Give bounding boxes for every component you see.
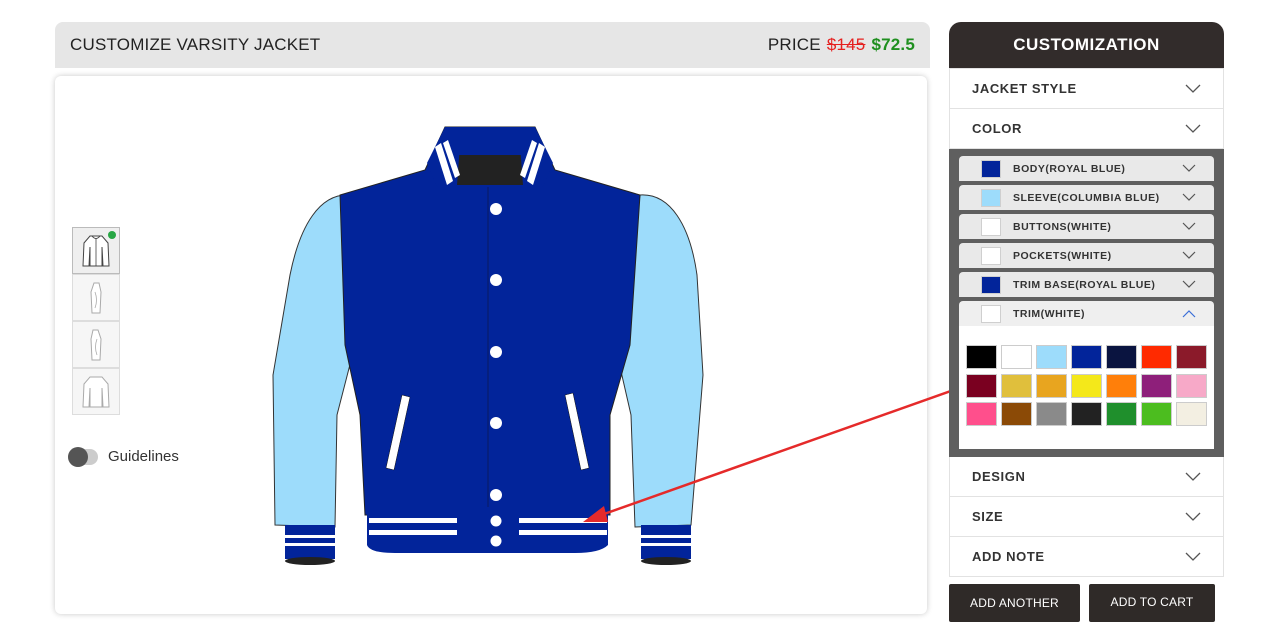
color-palette-swatch[interactable] <box>1176 345 1207 369</box>
jacket-body <box>339 126 641 516</box>
price-label: PRICE <box>767 35 821 54</box>
accordion-label: DESIGN <box>972 469 1026 484</box>
guidelines-label: Guidelines <box>108 448 179 465</box>
color-options: BODY(ROYAL BLUE) SLEEVE(COLUMBIA BLUE) B… <box>949 149 1224 457</box>
chevron-down-icon <box>1185 124 1201 133</box>
sale-price: $72.5 <box>871 35 915 54</box>
color-option-pockets[interactable]: POCKETS(WHITE) <box>959 243 1214 268</box>
left-cuff <box>285 525 335 559</box>
color-palette-swatch[interactable] <box>1106 373 1137 398</box>
color-palette-swatch[interactable] <box>1036 345 1067 369</box>
accordion-label: COLOR <box>972 121 1022 136</box>
color-option-trim-base[interactable]: TRIM BASE(ROYAL BLUE) <box>959 272 1214 297</box>
thumbnail-back-view[interactable] <box>72 368 120 415</box>
jacket-illustration <box>272 126 704 565</box>
color-option-trim[interactable]: TRIM(WHITE) <box>959 301 1214 326</box>
color-palette-swatch[interactable] <box>1001 402 1032 427</box>
accordion-size[interactable]: SIZE <box>949 497 1224 537</box>
color-palette <box>959 326 1214 449</box>
color-option-sleeve[interactable]: SLEEVE(COLUMBIA BLUE) <box>959 185 1214 210</box>
right-cuff <box>641 525 691 559</box>
color-swatch <box>981 304 1001 323</box>
color-palette-swatch[interactable] <box>1106 345 1137 369</box>
chevron-down-icon <box>1182 251 1196 259</box>
accordion-jacket-style[interactable]: JACKET STYLE <box>949 68 1224 109</box>
price-display: PRICE $145 $72.5 <box>768 35 915 55</box>
panel-title: CUSTOMIZATION <box>949 22 1224 68</box>
chevron-up-icon <box>1182 310 1196 318</box>
add-to-cart-button[interactable]: ADD TO CART <box>1089 584 1215 622</box>
color-palette-swatch[interactable] <box>1071 402 1102 427</box>
jacket-side-icon <box>90 282 102 313</box>
color-palette-swatch[interactable] <box>966 402 997 427</box>
color-swatch <box>981 188 1001 207</box>
accordion-label: ADD NOTE <box>972 549 1045 564</box>
accordion-label: JACKET STYLE <box>972 81 1077 96</box>
color-swatch <box>981 159 1001 178</box>
view-thumbnails <box>72 227 120 415</box>
add-another-button[interactable]: ADD ANOTHER <box>949 584 1080 622</box>
color-palette-swatch[interactable] <box>1141 402 1172 427</box>
original-price: $145 <box>826 35 866 54</box>
color-palette-swatch[interactable] <box>1141 373 1172 398</box>
color-option-label: BODY(ROYAL BLUE) <box>1013 162 1126 175</box>
chevron-down-icon <box>1182 222 1196 230</box>
color-palette-swatch[interactable] <box>1036 402 1067 427</box>
chevron-down-icon <box>1185 512 1201 521</box>
color-option-label: SLEEVE(COLUMBIA BLUE) <box>1013 191 1160 204</box>
color-palette-swatch[interactable] <box>1141 345 1172 369</box>
chevron-down-icon <box>1185 552 1201 561</box>
color-palette-swatch[interactable] <box>1176 402 1207 427</box>
color-swatch <box>981 217 1001 236</box>
color-option-label: BUTTONS(WHITE) <box>1013 220 1112 233</box>
accordion-color[interactable]: COLOR <box>949 109 1224 149</box>
jacket-front-icon <box>82 235 110 266</box>
guidelines-toggle[interactable] <box>68 446 98 467</box>
color-option-buttons[interactable]: BUTTONS(WHITE) <box>959 214 1214 239</box>
color-palette-swatch[interactable] <box>1106 402 1137 427</box>
guidelines-toggle-group: Guidelines <box>68 446 179 467</box>
color-option-label: TRIM(WHITE) <box>1013 307 1085 320</box>
color-palette-swatch[interactable] <box>966 345 997 369</box>
chevron-down-icon <box>1182 280 1196 288</box>
customization-panel: CUSTOMIZATION JACKET STYLE COLOR BODY(RO… <box>949 22 1224 577</box>
selected-indicator <box>108 231 116 239</box>
color-option-label: POCKETS(WHITE) <box>1013 249 1112 262</box>
toggle-knob <box>68 446 88 467</box>
color-palette-swatch[interactable] <box>1001 345 1032 369</box>
color-palette-swatch[interactable] <box>1071 373 1102 398</box>
color-palette-swatch[interactable] <box>1176 373 1207 398</box>
chevron-down-icon <box>1182 164 1196 172</box>
color-option-label: TRIM BASE(ROYAL BLUE) <box>1013 278 1156 291</box>
chevron-down-icon <box>1182 193 1196 201</box>
accordion-add-note[interactable]: ADD NOTE <box>949 537 1224 577</box>
color-option-body[interactable]: BODY(ROYAL BLUE) <box>959 156 1214 181</box>
page-title: CUSTOMIZE VARSITY JACKET <box>70 35 321 54</box>
color-palette-swatch[interactable] <box>1071 345 1102 369</box>
color-swatch <box>981 275 1001 294</box>
accordion-label: SIZE <box>972 509 1004 524</box>
thumbnail-left-side-view[interactable] <box>72 274 120 321</box>
jacket-back-icon <box>82 376 110 407</box>
color-palette-swatch[interactable] <box>1036 373 1067 398</box>
preview-header: CUSTOMIZE VARSITY JACKET PRICE $145 $72.… <box>55 22 930 68</box>
color-swatch <box>981 246 1001 265</box>
thumbnail-front-view[interactable] <box>72 227 120 274</box>
jacket-side-icon <box>90 329 102 360</box>
color-palette-swatch[interactable] <box>966 373 997 398</box>
chevron-down-icon <box>1185 84 1201 93</box>
color-palette-swatch[interactable] <box>1001 373 1032 398</box>
thumbnail-right-side-view[interactable] <box>72 321 120 368</box>
chevron-down-icon <box>1185 472 1201 481</box>
accordion-design[interactable]: DESIGN <box>949 457 1224 497</box>
